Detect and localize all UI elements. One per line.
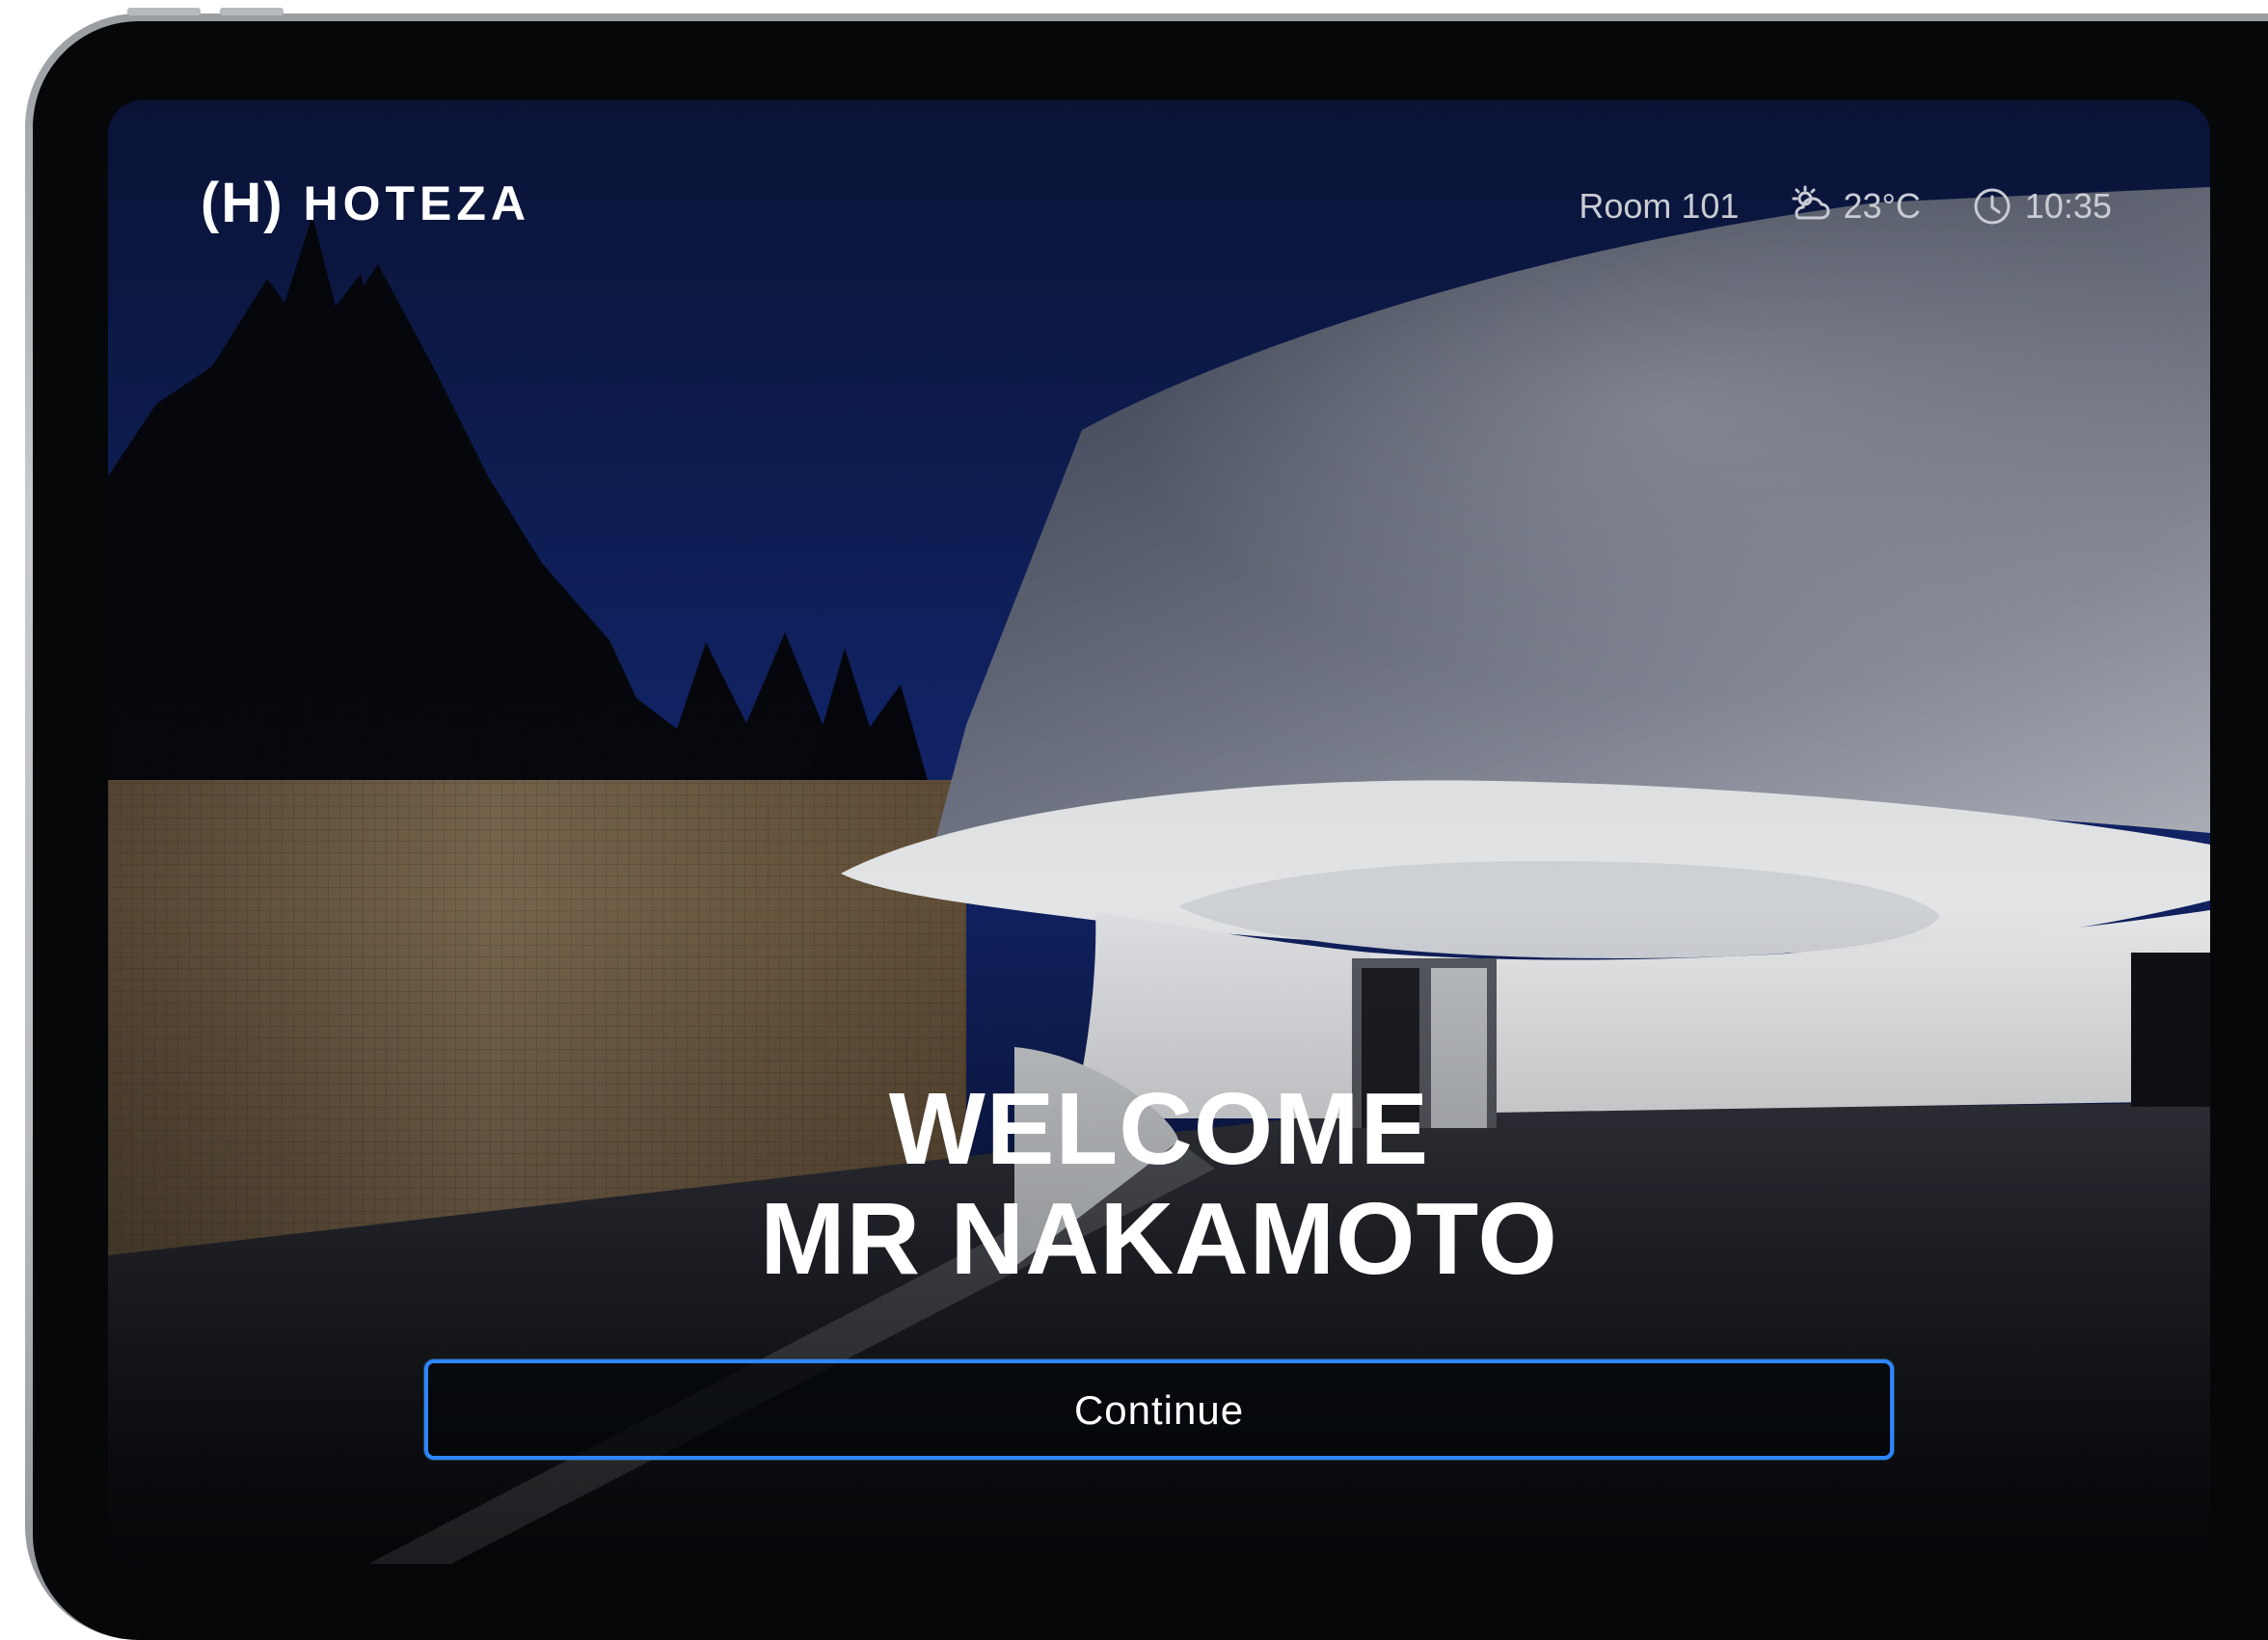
temperature-value: 23°C xyxy=(1843,186,1921,226)
clock-time: 10:35 xyxy=(2024,186,2112,226)
room-status: Room 101 xyxy=(1579,189,1739,224)
brand-mark: (H) xyxy=(201,172,284,234)
room-number: Room 101 xyxy=(1579,186,1740,226)
weather-status: 23°C xyxy=(1789,185,1921,228)
guest-name: MR NAKAMOTO xyxy=(760,1182,1558,1297)
top-bar: (H) HOTEZA Room 101 23°C 10:35 xyxy=(108,100,2210,293)
hoteza-logo: (H) HOTEZA xyxy=(201,175,530,231)
volume-button xyxy=(127,8,201,15)
power-button xyxy=(220,8,284,15)
continue-button[interactable]: Continue xyxy=(424,1359,1894,1460)
tablet-screen: (H) HOTEZA Room 101 23°C 10:35 WELCOME M… xyxy=(108,100,2210,1564)
hotel-background-image xyxy=(108,100,2210,1564)
welcome-message: WELCOME MR NAKAMOTO xyxy=(108,1074,2210,1295)
time-status: 10:35 xyxy=(1971,185,2112,228)
clock-icon xyxy=(1974,188,2011,225)
partly-cloudy-icon xyxy=(1792,185,1830,220)
welcome-line-1: WELCOME xyxy=(888,1072,1430,1186)
status-bar: Room 101 23°C 10:35 xyxy=(1579,185,2112,228)
brand-name: HOTEZA xyxy=(303,176,531,230)
